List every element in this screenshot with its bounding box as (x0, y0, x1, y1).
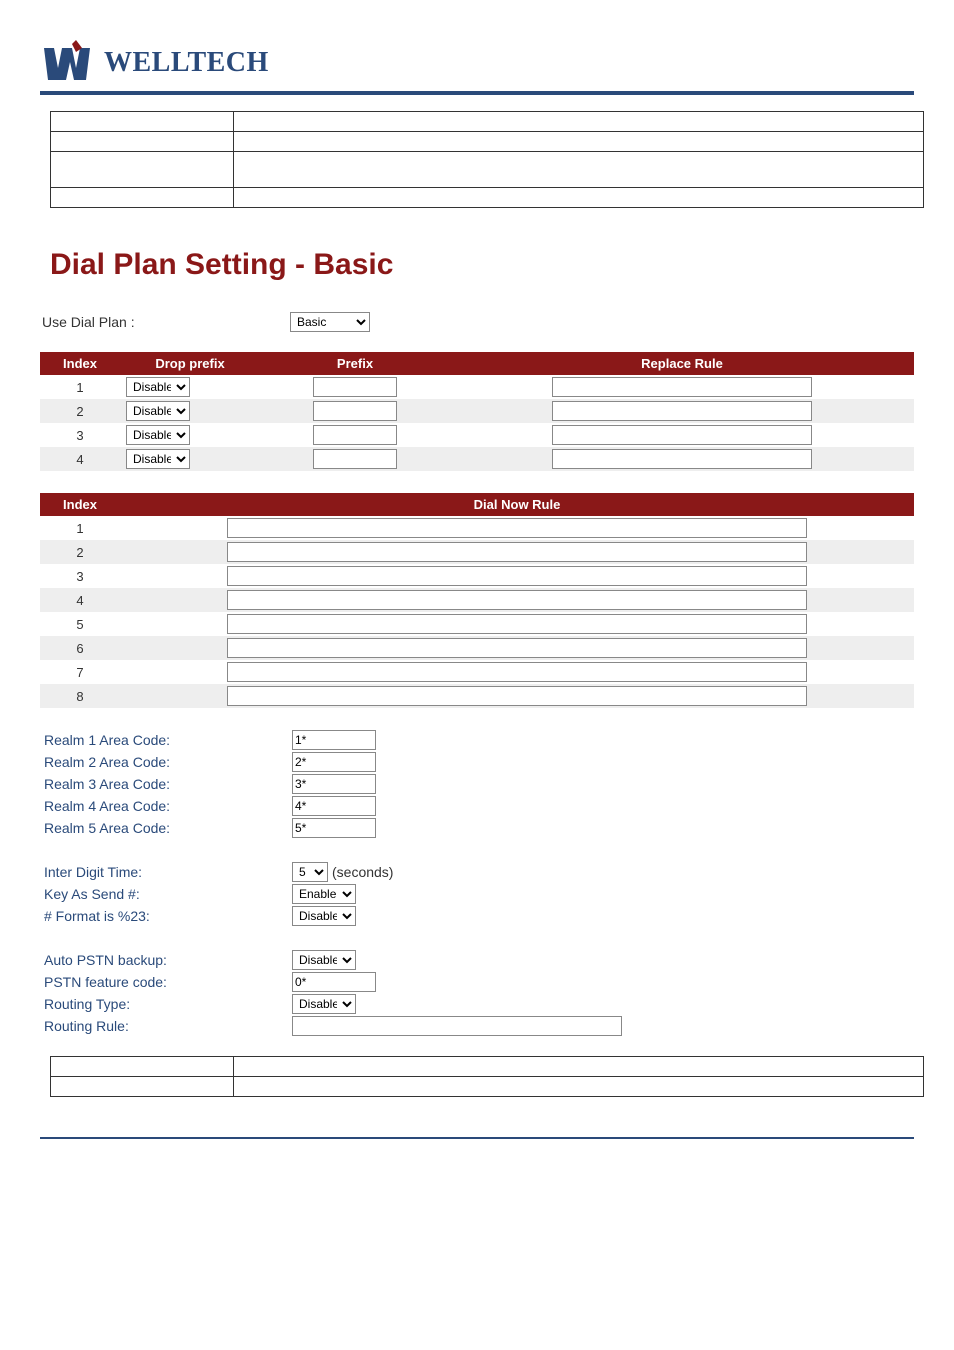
col-prefix: Prefix (260, 352, 450, 375)
realm2-label: Realm 2 Area Code: (42, 754, 292, 770)
plan-index: 3 (40, 423, 120, 447)
header-logo: WELLTECH (40, 40, 914, 95)
dial-plan-table: Index Drop prefix Prefix Replace Rule 1 … (40, 352, 914, 471)
replace-input[interactable] (552, 425, 812, 445)
realm3-label: Realm 3 Area Code: (42, 776, 292, 792)
use-dial-plan-label: Use Dial Plan : (40, 314, 290, 330)
col-index: Index (40, 352, 120, 375)
pstn-feature-code-label: PSTN feature code: (42, 974, 292, 990)
logo-text: WELLTECH (104, 47, 269, 79)
replace-input[interactable] (552, 449, 812, 469)
col-replace: Replace Rule (450, 352, 914, 375)
top-grid-table (50, 111, 924, 208)
format23-select[interactable]: Disable (292, 906, 356, 926)
dialnow-index: 4 (40, 588, 120, 612)
realm4-label: Realm 4 Area Code: (42, 798, 292, 814)
drop-prefix-select[interactable]: Disable (126, 401, 190, 421)
dialnow-index: 8 (40, 684, 120, 708)
plan-index: 1 (40, 375, 120, 399)
drop-prefix-select[interactable]: Disable (126, 425, 190, 445)
col-drop-prefix: Drop prefix (120, 352, 260, 375)
bottom-grid-table (50, 1056, 924, 1097)
realm1-input[interactable] (292, 730, 376, 750)
plan-index: 4 (40, 447, 120, 471)
key-as-send-select[interactable]: Enable (292, 884, 356, 904)
routing-rule-input[interactable] (292, 1016, 622, 1036)
dialnow-input[interactable] (227, 590, 807, 610)
dialnow-input[interactable] (227, 638, 807, 658)
dialnow-index: 6 (40, 636, 120, 660)
prefix-input[interactable] (313, 425, 397, 445)
dialnow-index: 1 (40, 516, 120, 540)
drop-prefix-select[interactable]: Disable (126, 377, 190, 397)
dialnow-input[interactable] (227, 518, 807, 538)
realm4-input[interactable] (292, 796, 376, 816)
replace-input[interactable] (552, 377, 812, 397)
prefix-input[interactable] (313, 401, 397, 421)
key-as-send-label: Key As Send #: (42, 886, 292, 902)
inter-digit-select[interactable]: 5 (292, 862, 328, 882)
replace-input[interactable] (552, 401, 812, 421)
use-dial-plan-select[interactable]: Basic (290, 312, 370, 332)
dialnow-index: 2 (40, 540, 120, 564)
routing-type-label: Routing Type: (42, 996, 292, 1012)
dialnow-input[interactable] (227, 542, 807, 562)
format23-label: # Format is %23: (42, 908, 292, 924)
drop-prefix-select[interactable]: Disable (126, 449, 190, 469)
pstn-feature-code-input[interactable] (292, 972, 376, 992)
dial-now-table: Index Dial Now Rule 1 2 3 4 5 6 7 8 (40, 493, 914, 708)
auto-pstn-backup-select[interactable]: Disable (292, 950, 356, 970)
dialnow-index: 3 (40, 564, 120, 588)
dialnow-input[interactable] (227, 566, 807, 586)
realm5-label: Realm 5 Area Code: (42, 820, 292, 836)
routing-type-select[interactable]: Disable (292, 994, 356, 1014)
dialnow-index: 7 (40, 660, 120, 684)
page-title: Dial Plan Setting - Basic (50, 248, 914, 282)
dialnow-index: 5 (40, 612, 120, 636)
realm5-input[interactable] (292, 818, 376, 838)
auto-pstn-backup-label: Auto PSTN backup: (42, 952, 292, 968)
dialnow-input[interactable] (227, 614, 807, 634)
prefix-input[interactable] (313, 377, 397, 397)
dialnow-input[interactable] (227, 686, 807, 706)
welltech-logo-icon (40, 40, 100, 85)
dialnow-input[interactable] (227, 662, 807, 682)
prefix-input[interactable] (313, 449, 397, 469)
inter-digit-label: Inter Digit Time: (42, 864, 292, 880)
realm3-input[interactable] (292, 774, 376, 794)
routing-rule-label: Routing Rule: (42, 1018, 292, 1034)
seconds-unit: (seconds) (332, 864, 393, 880)
col-dial-now-rule: Dial Now Rule (120, 493, 914, 516)
realm1-label: Realm 1 Area Code: (42, 732, 292, 748)
realm2-input[interactable] (292, 752, 376, 772)
plan-index: 2 (40, 399, 120, 423)
col-index: Index (40, 493, 120, 516)
